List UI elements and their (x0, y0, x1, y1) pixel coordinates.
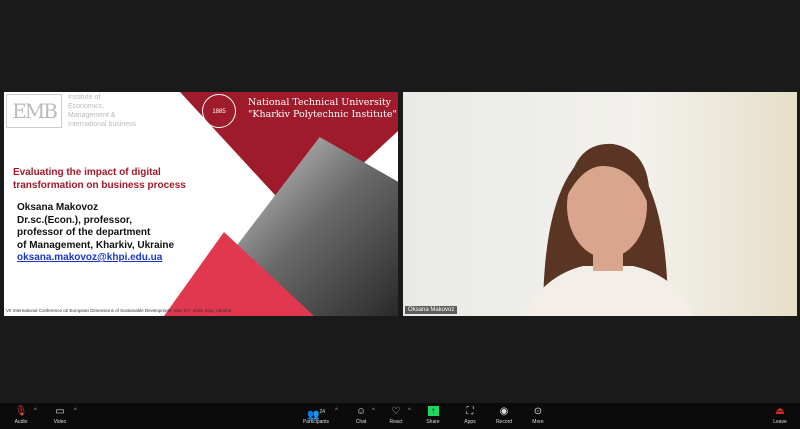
author-email-link[interactable]: oksana.makovoz@khpi.edu.ua (17, 252, 174, 265)
university-line: "Kharkiv Polytechnic Institute" (248, 109, 397, 120)
institute-line: International business (68, 121, 137, 128)
slide-footer: VII International Conference on European… (6, 308, 232, 313)
apps-icon: ⛶ (466, 406, 474, 417)
record-label: Record (495, 419, 513, 425)
title-line: transformation on business process (13, 180, 186, 191)
audio-label: Audio (14, 419, 28, 425)
video-label: Video (53, 419, 67, 425)
author-block: Oksana Makovoz Dr.sc.(Econ.), professor,… (17, 202, 174, 265)
more-button[interactable]: ⊙ More (523, 406, 553, 425)
react-caret[interactable]: ^ (408, 408, 411, 414)
author-line: of Management, Kharkiv, Ukraine (17, 239, 175, 251)
audio-options-caret[interactable]: ^ (34, 408, 37, 414)
share-label: Share (426, 419, 440, 425)
participants-count: 24 (319, 409, 325, 415)
chat-label: Chat (355, 419, 367, 425)
more-icon: ⊙ (533, 406, 543, 417)
university-name: National Technical University "Kharkiv P… (248, 97, 397, 121)
institute-name: Institute of Economics, Management & Int… (68, 93, 136, 129)
leave-label: Leave (773, 419, 787, 425)
muted-mic-icon: 🎙 (14, 406, 28, 417)
chat-caret[interactable]: ^ (372, 408, 375, 414)
share-icon: ↑ (427, 406, 439, 416)
institute-logo: EMB (6, 94, 62, 128)
record-button[interactable]: ◉ Record (489, 406, 519, 425)
university-seal: 1885 (202, 94, 236, 128)
leave-button[interactable]: ⏏ Leave (765, 406, 795, 425)
apps-button[interactable]: ⛶ Apps (455, 406, 485, 425)
author-line: professor of the department (17, 227, 151, 238)
meeting-toolbar: 🎙 Audio ^ ▭ Video ^ 👥24 Participants ^ ☺ Cha… (0, 403, 800, 429)
meeting-stage: EMB Institute of Economics, Management &… (0, 0, 800, 403)
camera-icon: ▭ (55, 406, 65, 417)
shared-slide: EMB Institute of Economics, Management &… (4, 92, 398, 316)
institute-line: Economics, (68, 103, 105, 110)
leave-icon: ⏏ (775, 406, 785, 417)
apps-label: Apps (464, 419, 476, 425)
video-button[interactable]: ▭ Video (45, 406, 75, 425)
author-line: Dr.sc.(Econ.), professor, (17, 214, 133, 226)
share-button[interactable]: ↑ Share (418, 406, 448, 425)
chat-icon: ☺ (355, 406, 367, 417)
video-options-caret[interactable]: ^ (74, 408, 77, 414)
participants-label: Participants (302, 419, 330, 425)
record-icon: ◉ (499, 406, 509, 417)
author-name: Oksana Makovoz (17, 202, 99, 213)
slide-title: Evaluating the impact of digital transfo… (13, 166, 186, 192)
university-line: National Technical University (248, 97, 392, 108)
audio-button[interactable]: 🎙 Audio (6, 406, 36, 425)
title-line: Evaluating the impact of digital (13, 167, 161, 178)
react-button[interactable]: ♡ React (381, 406, 411, 425)
participant-video[interactable]: Oksana Makovoz (403, 92, 797, 316)
more-label: More (532, 419, 544, 425)
institute-line: Management & (68, 112, 116, 119)
participants-button[interactable]: 👥24 Participants (301, 406, 331, 425)
participant-name-label: Oksana Makovoz (405, 306, 458, 314)
participants-caret[interactable]: ^ (335, 408, 338, 414)
react-label: React (389, 419, 403, 425)
participant-image (523, 143, 693, 316)
institute-line: Institute of (68, 94, 101, 101)
participants-icon: 👥24 (306, 409, 325, 421)
heart-icon: ♡ (391, 406, 401, 417)
